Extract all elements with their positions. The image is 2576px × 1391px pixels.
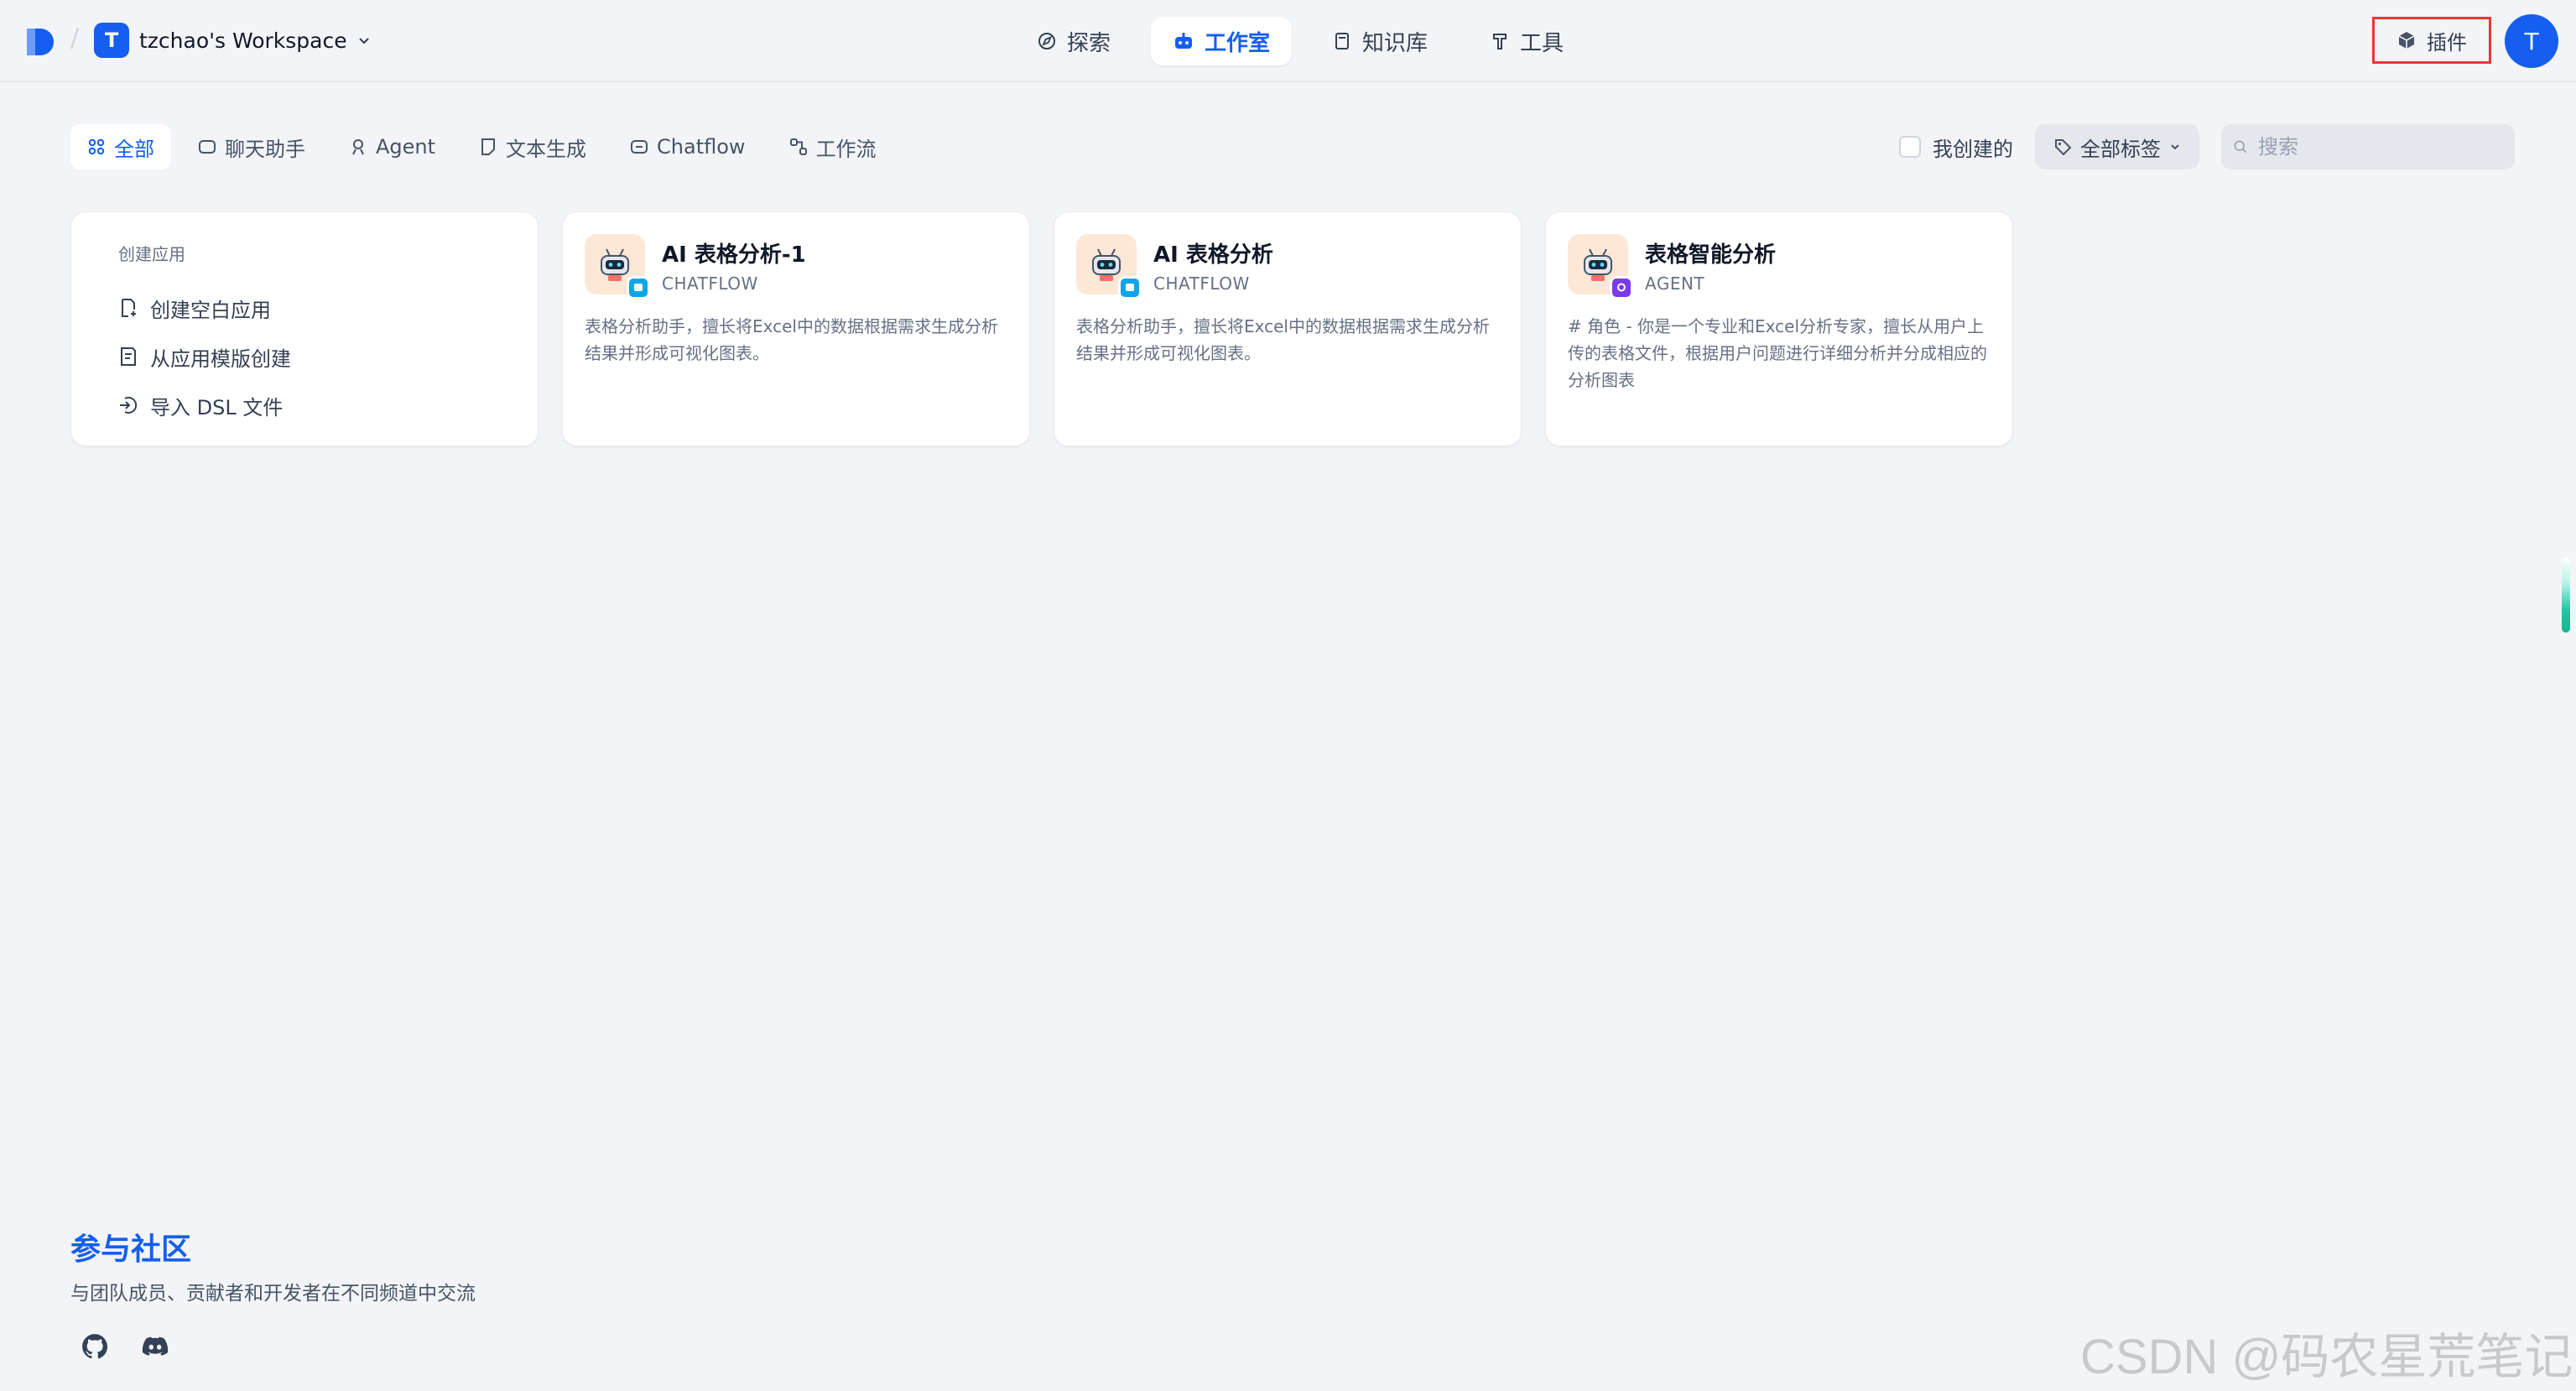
create-blank-app[interactable]: 创建空白应用	[118, 284, 491, 332]
filter-chat-label: 聊天助手	[225, 137, 305, 161]
create-app-card: 创建应用 创建空白应用 从应用模版创建 导入 DSL 文件	[70, 211, 539, 446]
chatflow-icon	[631, 140, 648, 154]
discord-icon[interactable]	[141, 1332, 169, 1361]
created-by-me-checkbox[interactable]	[1899, 136, 1921, 158]
create-blank-label: 创建空白应用	[150, 298, 271, 322]
tag-filter-label: 全部标签	[2080, 137, 2161, 161]
workspace-switcher[interactable]: T tzchao's Workspace	[94, 23, 371, 58]
app-mode: CHATFLOW	[662, 274, 758, 294]
nav-studio-label: 工作室	[1205, 30, 1271, 56]
social-links	[70, 1332, 476, 1361]
robot-icon	[1175, 33, 1193, 49]
file-plus-icon	[122, 299, 136, 317]
plugin-button[interactable]: 插件	[2372, 17, 2491, 64]
main-nav: 探索 工作室 知识库 工具	[1015, 17, 1585, 65]
filter-chatflow-label: Chatflow	[657, 135, 746, 159]
created-by-me-toggle[interactable]: 我创建的	[1899, 133, 2013, 162]
filter-tools: 我创建的 全部标签	[1899, 124, 2515, 169]
app-name: AI 表格分析-1	[662, 242, 806, 268]
community-subtitle: 与团队成员、贡献者和开发者在不同频道中交流	[70, 1283, 476, 1305]
app-name: 表格智能分析	[1645, 242, 1777, 268]
nav-tools-label: 工具	[1520, 30, 1564, 56]
import-icon	[120, 397, 138, 414]
scroll-indicator[interactable]	[2562, 557, 2570, 633]
plugin-label: 插件	[2427, 30, 2467, 55]
nav-explore[interactable]: 探索	[1015, 17, 1132, 65]
chatflow-badge-icon	[1118, 276, 1142, 300]
community-title: 参与社区	[70, 1232, 192, 1267]
app-grid: 创建应用 创建空白应用 从应用模版创建 导入 DSL 文件 AI 表格分析-1 …	[70, 211, 2013, 446]
filter-agent[interactable]: Agent	[332, 124, 452, 169]
app-card[interactable]: 表格智能分析 AGENT # 角色 - 你是一个专业和Excel分析专家，擅长从…	[1545, 211, 2013, 446]
app-avatar	[1568, 234, 1633, 300]
book-icon	[1335, 33, 1350, 49]
filter-all[interactable]: 全部	[70, 124, 171, 169]
app-name: AI 表格分析	[1153, 242, 1273, 268]
github-icon[interactable]	[81, 1332, 109, 1361]
created-by-me-label: 我创建的	[1933, 137, 2013, 161]
filter-text-generation[interactable]: 文本生成	[462, 124, 603, 169]
workflow-icon	[789, 138, 807, 155]
filter-workflow[interactable]: 工作流	[773, 124, 893, 169]
app-type-filters: 全部 聊天助手 Agent 文本生成 Chatflow 工作流	[70, 124, 893, 169]
app-logo[interactable]	[25, 25, 57, 57]
filter-text-label: 文本生成	[506, 137, 587, 161]
app-card[interactable]: AI 表格分析-1 CHATFLOW 表格分析助手，擅长将Excel中的数据根据…	[562, 211, 1030, 446]
nav-explore-label: 探索	[1067, 30, 1111, 56]
import-dsl-file[interactable]: 导入 DSL 文件	[118, 381, 491, 430]
app-mode: AGENT	[1645, 274, 1705, 294]
document-icon	[481, 138, 496, 155]
app-description: 表格分析助手，擅长将Excel中的数据根据需求生成分析结果并形成可视化图表。	[585, 316, 998, 363]
nav-knowledge-label: 知识库	[1362, 30, 1429, 56]
app-mode: CHATFLOW	[1153, 274, 1250, 294]
app-description: 表格分析助手，擅长将Excel中的数据根据需求生成分析结果并形成可视化图表。	[1076, 316, 1490, 363]
app-avatar	[1076, 234, 1142, 300]
nav-tools[interactable]: 工具	[1468, 17, 1585, 65]
grid-icon	[88, 138, 105, 155]
tag-filter-dropdown[interactable]: 全部标签	[2035, 124, 2199, 169]
nav-knowledge[interactable]: 知识库	[1310, 17, 1449, 65]
workspace-avatar: T	[94, 23, 129, 58]
app-avatar	[585, 234, 650, 300]
filter-workflow-label: 工作流	[815, 137, 877, 161]
compass-icon	[1038, 33, 1055, 49]
agent-badge-icon	[1610, 276, 1633, 300]
user-avatar[interactable]: T	[2505, 14, 2558, 68]
top-bar: / T tzchao's Workspace 探索 工作室 知识库 工具 插件 …	[0, 0, 2576, 82]
create-template-label: 从应用模版创建	[150, 346, 291, 371]
hammer-icon	[1493, 34, 1507, 49]
filter-chat-assistant[interactable]: 聊天助手	[181, 124, 322, 169]
search-icon	[2234, 140, 2247, 154]
nav-studio[interactable]: 工作室	[1151, 17, 1293, 65]
import-dsl-label: 导入 DSL 文件	[150, 395, 284, 419]
search-box	[2221, 124, 2515, 169]
agent-icon	[352, 139, 364, 155]
community-section: 参与社区 与团队成员、贡献者和开发者在不同频道中交流	[70, 1225, 476, 1361]
app-description: # 角色 - 你是一个专业和Excel分析专家，擅长从用户上传的表格文件，根据用…	[1568, 316, 1987, 390]
filter-agent-label: Agent	[376, 135, 436, 159]
app-card[interactable]: AI 表格分析 CHATFLOW 表格分析助手，擅长将Excel中的数据根据需求…	[1054, 211, 1522, 446]
chat-icon	[199, 140, 216, 154]
breadcrumb-separator: /	[70, 23, 80, 53]
chevron-down-icon	[2171, 144, 2179, 150]
filter-all-label: 全部	[114, 137, 154, 161]
tag-icon	[2055, 139, 2072, 156]
create-from-template[interactable]: 从应用模版创建	[118, 332, 491, 381]
chatflow-badge-icon	[627, 276, 650, 300]
cube-icon	[2398, 32, 2415, 49]
filter-chatflow[interactable]: Chatflow	[613, 124, 762, 169]
create-app-heading: 创建应用	[118, 244, 185, 264]
watermark: CSDN @码农星荒笔记	[2080, 1330, 2573, 1384]
search-input[interactable]	[2256, 134, 2503, 159]
chevron-down-icon	[358, 38, 369, 44]
workspace-name: tzchao's Workspace	[139, 28, 347, 53]
template-icon	[121, 347, 136, 366]
